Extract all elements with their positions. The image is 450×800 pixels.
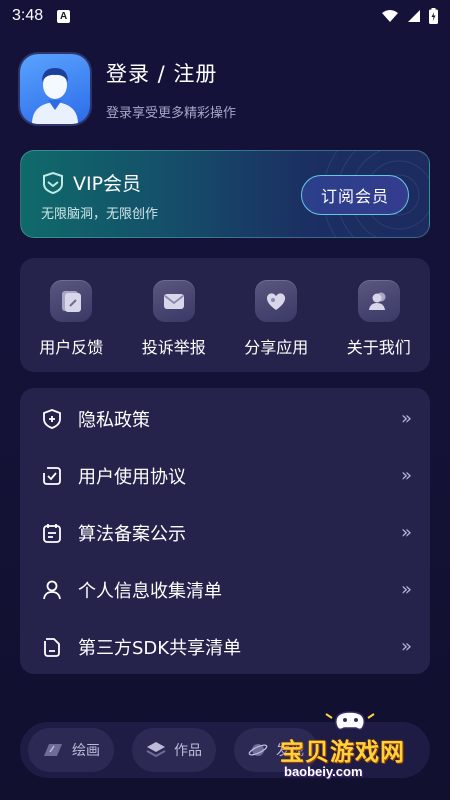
subscribe-vip-button[interactable]: 订阅会员 [301,175,409,215]
nav-tab-label: 作品 [174,743,202,759]
signal-icon [408,10,420,22]
menu-item-label: 个人信息收集清单 [78,580,222,602]
chevron-right-icon: » [400,522,412,543]
quick-action-label: 关于我们 [346,338,411,357]
menu-item-label: 隐私政策 [78,409,150,431]
profile-header[interactable]: 登录 / 注册 登录享受更多精彩操作 [20,54,236,124]
chevron-right-icon: » [400,579,412,600]
quick-action-about[interactable]: 关于我们 [334,280,424,358]
menu-item-personal-info-list[interactable]: 个人信息收集清单 » [20,561,430,618]
vip-subtitle: 无限脑洞，无限创作 [41,207,159,222]
quick-action-label: 用户反馈 [39,338,104,357]
wifi-icon [382,10,398,22]
agreement-icon [40,464,64,488]
chevron-right-icon: » [400,465,412,486]
quick-action-share[interactable]: 分享应用 [231,280,321,358]
quick-action-feedback[interactable]: 用户反馈 [26,280,116,358]
quick-actions-card: 用户反馈 投诉举报 分享应用 关于我们 [20,258,430,372]
feedback-icon [50,280,93,322]
nav-tab-works[interactable]: 作品 [132,728,216,772]
planet-icon [248,744,268,756]
menu-item-user-agreement[interactable]: 用户使用协议 » [20,447,430,504]
document-icon [40,635,64,659]
nav-tab-paint[interactable]: 绘画 [28,728,114,772]
layers-icon [146,742,166,758]
menu-item-third-party-sdk[interactable]: 第三方SDK共享清单 » [20,618,430,675]
menu-item-algorithm-filing[interactable]: 算法备案公示 » [20,504,430,561]
menu-item-label: 用户使用协议 [78,466,186,488]
notification-a-icon: A [57,9,71,23]
vip-title: VIP会员 [73,173,142,195]
status-bar: 3:48 A [0,0,450,32]
quick-action-label: 分享应用 [244,338,309,357]
settings-menu: 隐私政策 » 用户使用协议 » 算法备案公示 » 个人信息收集清单 » 第三方S… [20,388,430,674]
calendar-doc-icon [40,521,64,545]
site-watermark: 宝贝游戏网 baobeiy.com [280,706,420,788]
default-avatar-icon [32,68,78,124]
login-register-link[interactable]: 登录 / 注册 [106,58,236,88]
quick-action-complaint[interactable]: 投诉举报 [129,280,219,358]
shield-plus-icon [40,407,64,431]
paint-icon [44,744,62,756]
chevron-right-icon: » [400,636,412,657]
person-icon [40,578,64,602]
watermark-text: 宝贝游戏网 [280,738,405,766]
vip-banner[interactable]: VIP会员 无限脑洞，无限创作 订阅会员 [20,150,430,238]
menu-item-label: 算法备案公示 [78,523,186,545]
mail-icon [152,280,195,322]
people-icon [357,280,400,322]
menu-item-privacy-policy[interactable]: 隐私政策 » [20,390,430,447]
nav-tab-label: 绘画 [72,743,100,759]
vip-crown-icon [43,171,63,194]
login-hint: 登录享受更多精彩操作 [106,105,237,121]
battery-charging-icon [429,8,438,24]
avatar[interactable] [20,54,90,124]
watermark-url: baobeiy.com [284,764,363,779]
share-icon [255,280,298,322]
quick-action-label: 投诉举报 [141,338,206,357]
chevron-right-icon: » [400,408,412,429]
menu-item-label: 第三方SDK共享清单 [78,637,242,659]
status-time: 3:48 [12,7,44,24]
